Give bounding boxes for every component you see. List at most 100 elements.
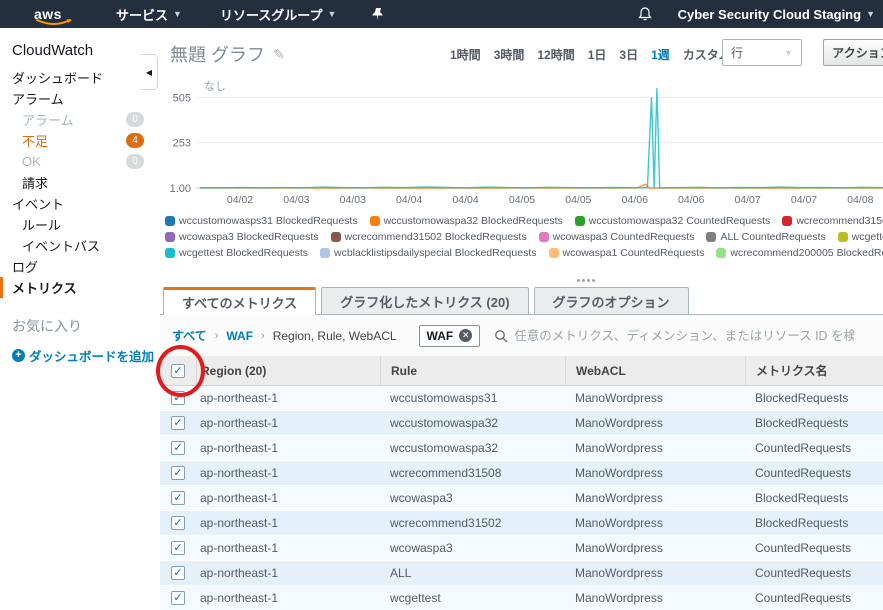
cell-metric-name: CountedRequests <box>745 566 883 580</box>
time-range-12時間[interactable]: 12時間 <box>537 46 574 63</box>
table-row[interactable]: ✓ap-northeast-1wcrecommend31508ManoWordp… <box>160 461 883 486</box>
column-header-rule[interactable]: Rule <box>380 356 565 386</box>
actions-button[interactable]: アクション <box>823 39 883 66</box>
breadcrumb-waf[interactable]: WAF <box>226 329 253 343</box>
legend-item[interactable]: wccustomowasps31 BlockedRequests <box>165 215 358 227</box>
sidebar-item-不足[interactable]: 不足4 <box>0 130 160 151</box>
row-checkbox[interactable]: ✓ <box>171 516 185 530</box>
legend-item[interactable]: ALL CountedRequests <box>706 231 825 243</box>
table-row[interactable]: ✓ap-northeast-1ALLManoWordpressCountedRe… <box>160 561 883 586</box>
cell-webacl: ManoWordpress <box>565 416 745 430</box>
sidebar-item-ダッシュボード[interactable]: ダッシュボード <box>0 67 160 88</box>
column-header-webacl[interactable]: WebACL <box>565 356 745 386</box>
chevron-down-icon: ▼ <box>173 9 182 19</box>
graph-title-row: 無題 グラフ ✎ <box>170 41 285 67</box>
sidebar-item-イベント[interactable]: イベント <box>0 193 160 214</box>
legend-color-swatch <box>165 216 175 226</box>
count-badge: 0 <box>126 154 144 169</box>
remove-filter-icon[interactable]: ✕ <box>459 329 472 342</box>
row-checkbox[interactable]: ✓ <box>171 541 185 555</box>
app-title[interactable]: CloudWatch <box>0 38 160 67</box>
chevron-down-icon: ▼ <box>866 9 875 19</box>
sidebar-item-ルール[interactable]: ルール <box>0 214 160 235</box>
add-dashboard-link[interactable]: + ダッシュボードを追加 <box>0 346 160 365</box>
time-range-3日[interactable]: 3日 <box>619 46 638 63</box>
row-checkbox-cell: ✓ <box>160 416 196 430</box>
time-range-1日[interactable]: 1日 <box>588 46 607 63</box>
edit-pencil-icon[interactable]: ✎ <box>273 46 285 63</box>
cell-webacl: ManoWordpress <box>565 541 745 555</box>
legend-item[interactable]: wccustomowaspa32 CountedRequests <box>575 215 771 227</box>
sidebar-item-アラーム[interactable]: アラーム <box>0 88 160 109</box>
row-checkbox[interactable]: ✓ <box>171 466 185 480</box>
svg-text:505: 505 <box>173 92 191 104</box>
cell-webacl: ManoWordpress <box>565 566 745 580</box>
legend-item[interactable]: wcowaspa3 CountedRequests <box>539 231 695 243</box>
legend-item[interactable]: wcrecommend31508 CountedRequests <box>782 215 883 227</box>
pin-icon[interactable] <box>372 8 383 21</box>
notifications-bell-icon[interactable] <box>638 7 652 22</box>
sidebar-item-ログ[interactable]: ログ <box>0 256 160 277</box>
table-row[interactable]: ✓ap-northeast-1wccustomowaspa32ManoWordp… <box>160 411 883 436</box>
svg-text:04/03: 04/03 <box>340 194 366 206</box>
nav-resource-groups[interactable]: リソースグループ ▼ <box>220 5 337 24</box>
cell-rule: wcgettest <box>380 591 565 605</box>
row-checkbox[interactable]: ✓ <box>171 441 185 455</box>
cell-region: ap-northeast-1 <box>196 541 380 555</box>
cell-rule: wcrecommend31502 <box>380 516 565 530</box>
nav-services[interactable]: サービス ▼ <box>116 5 182 24</box>
graph-view-value: 行 <box>731 44 743 61</box>
row-checkbox[interactable]: ✓ <box>171 391 185 405</box>
metrics-table: ✓ Region (20) Rule WebACL メトリクス名 ✓ap-nor… <box>160 356 883 610</box>
table-row[interactable]: ✓ap-northeast-1wcowaspa3ManoWordpressCou… <box>160 536 883 561</box>
sidebar-collapse-button[interactable]: ◀ <box>141 54 158 90</box>
breadcrumb-all[interactable]: すべて <box>172 327 207 344</box>
sidebar-item-OK[interactable]: OK0 <box>0 151 160 172</box>
row-checkbox[interactable]: ✓ <box>171 591 185 605</box>
aws-logo[interactable]: aws <box>34 6 78 22</box>
row-checkbox[interactable]: ✓ <box>171 416 185 430</box>
legend-color-swatch <box>370 216 380 226</box>
time-range-3時間[interactable]: 3時間 <box>494 46 525 63</box>
tab-すべてのメトリクス[interactable]: すべてのメトリクス <box>163 287 316 315</box>
sidebar-item-アラーム[interactable]: アラーム0 <box>0 109 160 130</box>
legend-label: wcgettest CountedRequests <box>852 231 883 243</box>
account-menu[interactable]: Cyber Security Cloud Staging ▼ <box>678 7 875 22</box>
table-row[interactable]: ✓ap-northeast-1wcgettestManoWordpressCou… <box>160 586 883 610</box>
table-row[interactable]: ✓ap-northeast-1wccustomowaspa32ManoWordp… <box>160 436 883 461</box>
legend-item[interactable]: wcgettest BlockedRequests <box>165 247 308 259</box>
legend-item[interactable]: wcrecommend31502 BlockedRequests <box>331 231 527 243</box>
time-range-1時間[interactable]: 1時間 <box>450 46 481 63</box>
search-input[interactable] <box>514 329 854 343</box>
table-row[interactable]: ✓ap-northeast-1wcowaspa3ManoWordpressBlo… <box>160 486 883 511</box>
sidebar-item-請求[interactable]: 請求 <box>0 172 160 193</box>
graph-view-select[interactable]: 行 ▼ <box>722 39 802 66</box>
legend-item[interactable]: wcrecommend200005 BlockedRequests <box>716 247 883 259</box>
svg-text:04/07: 04/07 <box>734 194 760 206</box>
legend-item[interactable]: wccustomowaspa32 BlockedRequests <box>370 215 563 227</box>
cell-metric-name: BlockedRequests <box>745 391 883 405</box>
table-row[interactable]: ✓ap-northeast-1wccustomowasps31ManoWordp… <box>160 386 883 411</box>
column-header-metric-name[interactable]: メトリクス名 <box>745 356 883 386</box>
table-body: ✓ap-northeast-1wccustomowasps31ManoWordp… <box>160 386 883 610</box>
waf-filter-tag[interactable]: WAF ✕ <box>419 325 481 347</box>
row-checkbox[interactable]: ✓ <box>171 566 185 580</box>
column-header-region[interactable]: Region (20) <box>196 356 380 386</box>
select-all-checkbox[interactable]: ✓ <box>171 364 185 378</box>
table-row[interactable]: ✓ap-northeast-1wcrecommend31502ManoWordp… <box>160 511 883 536</box>
sidebar-item-イベントバス[interactable]: イベントバス <box>0 235 160 256</box>
legend-item[interactable]: wcowaspa3 BlockedRequests <box>165 231 319 243</box>
legend-item[interactable]: wcgettest CountedRequests <box>838 231 883 243</box>
metrics-chart[interactable]: 1.00253505なし04/0204/0304/0304/0404/0404/… <box>160 72 883 209</box>
legend-item[interactable]: wcowaspa1 CountedRequests <box>549 247 705 259</box>
time-range-1週[interactable]: 1週 <box>651 46 670 63</box>
row-checkbox[interactable]: ✓ <box>171 491 185 505</box>
panel-resize-handle[interactable] <box>574 277 598 283</box>
tab-グラフ化したメトリクス (20)[interactable]: グラフ化したメトリクス (20) <box>321 287 528 314</box>
legend-color-swatch <box>838 232 848 242</box>
sidebar-item-メトリクス[interactable]: メトリクス <box>0 277 160 298</box>
legend-item[interactable]: wcblacklistipsdailyspecial BlockedReques… <box>320 247 537 259</box>
tab-グラフのオプション[interactable]: グラフのオプション <box>534 287 689 314</box>
cell-metric-name: CountedRequests <box>745 441 883 455</box>
legend-label: wcowaspa1 CountedRequests <box>563 247 705 259</box>
